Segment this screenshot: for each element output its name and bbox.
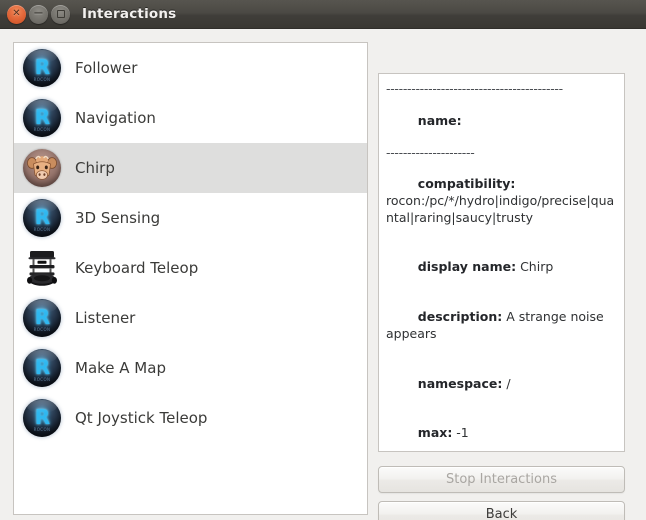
- list-item-label: 3D Sensing: [75, 209, 161, 227]
- list-item-3d-sensing[interactable]: R ROCON 3D Sensing: [14, 193, 367, 243]
- maximize-icon[interactable]: [51, 4, 70, 24]
- detail-key: compatibility:: [417, 176, 516, 192]
- rocon-logo-icon: R ROCON: [22, 98, 62, 138]
- robot-icon: [22, 248, 62, 288]
- list-item-label: Qt Joystick Teleop: [75, 409, 208, 427]
- back-button[interactable]: Back: [378, 501, 625, 520]
- rocon-logo-icon: R ROCON: [22, 298, 62, 338]
- back-label: Back: [485, 507, 518, 520]
- detail-key: max:: [417, 425, 453, 441]
- detail-key: description:: [417, 309, 503, 325]
- list-item-label: Navigation: [75, 109, 156, 127]
- details-separator-mid: ---------------------: [386, 145, 475, 160]
- list-item-label: Chirp: [75, 159, 115, 177]
- rocon-logo-icon: R ROCON: [22, 348, 62, 388]
- detail-key: name:: [417, 112, 462, 128]
- list-item-label: Make A Map: [75, 359, 166, 377]
- interaction-details-panel[interactable]: ----------------------------------------…: [378, 73, 625, 452]
- rocon-logo-icon: R ROCON: [22, 198, 62, 238]
- list-item-chirp[interactable]: Chirp: [14, 143, 367, 193]
- window-title: Interactions: [82, 6, 177, 22]
- list-item-keyboard-teleop[interactable]: Keyboard Teleop: [14, 243, 367, 293]
- list-item-label: Follower: [75, 59, 138, 77]
- list-item-listener[interactable]: R ROCON Listener: [14, 293, 367, 343]
- detail-name: name:: [386, 96, 617, 146]
- detail-key: namespace:: [417, 375, 503, 391]
- detail-value: Chirp: [516, 259, 554, 275]
- rocon-logo-icon: R ROCON: [22, 398, 62, 438]
- list-item-label: Keyboard Teleop: [75, 259, 199, 277]
- rocon-logo-icon: R ROCON: [22, 48, 62, 88]
- detail-max: max: -1: [386, 409, 617, 451]
- window-controls: ✕ −: [7, 4, 70, 24]
- list-item-make-a-map[interactable]: R ROCON Make A Map: [14, 343, 367, 393]
- window-body: R ROCON Follower R ROCON Navigation Chir…: [0, 29, 646, 520]
- detail-description: description: A strange noise appears: [386, 293, 617, 359]
- detail-namespace: namespace: /: [386, 359, 617, 409]
- title-bar: ✕ − Interactions: [0, 0, 646, 29]
- list-item-qt-joystick-teleop[interactable]: R ROCON Qt Joystick Teleop: [14, 393, 367, 443]
- maximize-glyph: [56, 10, 65, 18]
- minimize-icon[interactable]: −: [29, 4, 48, 24]
- list-item-navigation[interactable]: R ROCON Navigation: [14, 93, 367, 143]
- detail-value: /: [502, 375, 511, 391]
- detail-display-name: display name: Chirp: [386, 243, 617, 293]
- interactions-list[interactable]: R ROCON Follower R ROCON Navigation Chir…: [13, 42, 368, 515]
- close-icon[interactable]: ✕: [7, 4, 26, 24]
- minimize-glyph: −: [33, 5, 44, 21]
- list-item-follower[interactable]: R ROCON Follower: [14, 43, 367, 93]
- cow-icon: [22, 148, 62, 188]
- stop-interactions-button[interactable]: Stop Interactions: [378, 466, 625, 493]
- detail-key: display name:: [417, 259, 517, 275]
- close-glyph: ✕: [12, 8, 21, 19]
- list-item-label: Listener: [75, 309, 136, 327]
- detail-value: -1: [452, 425, 469, 441]
- stop-interactions-label: Stop Interactions: [446, 472, 557, 487]
- details-separator-top: ----------------------------------------…: [386, 82, 563, 96]
- interactions-window: ✕ − Interactions R ROCON Follower R ROCON: [0, 0, 646, 520]
- detail-compatibility: compatibility: rocon:/pc/*/hydro|indigo/…: [386, 160, 617, 243]
